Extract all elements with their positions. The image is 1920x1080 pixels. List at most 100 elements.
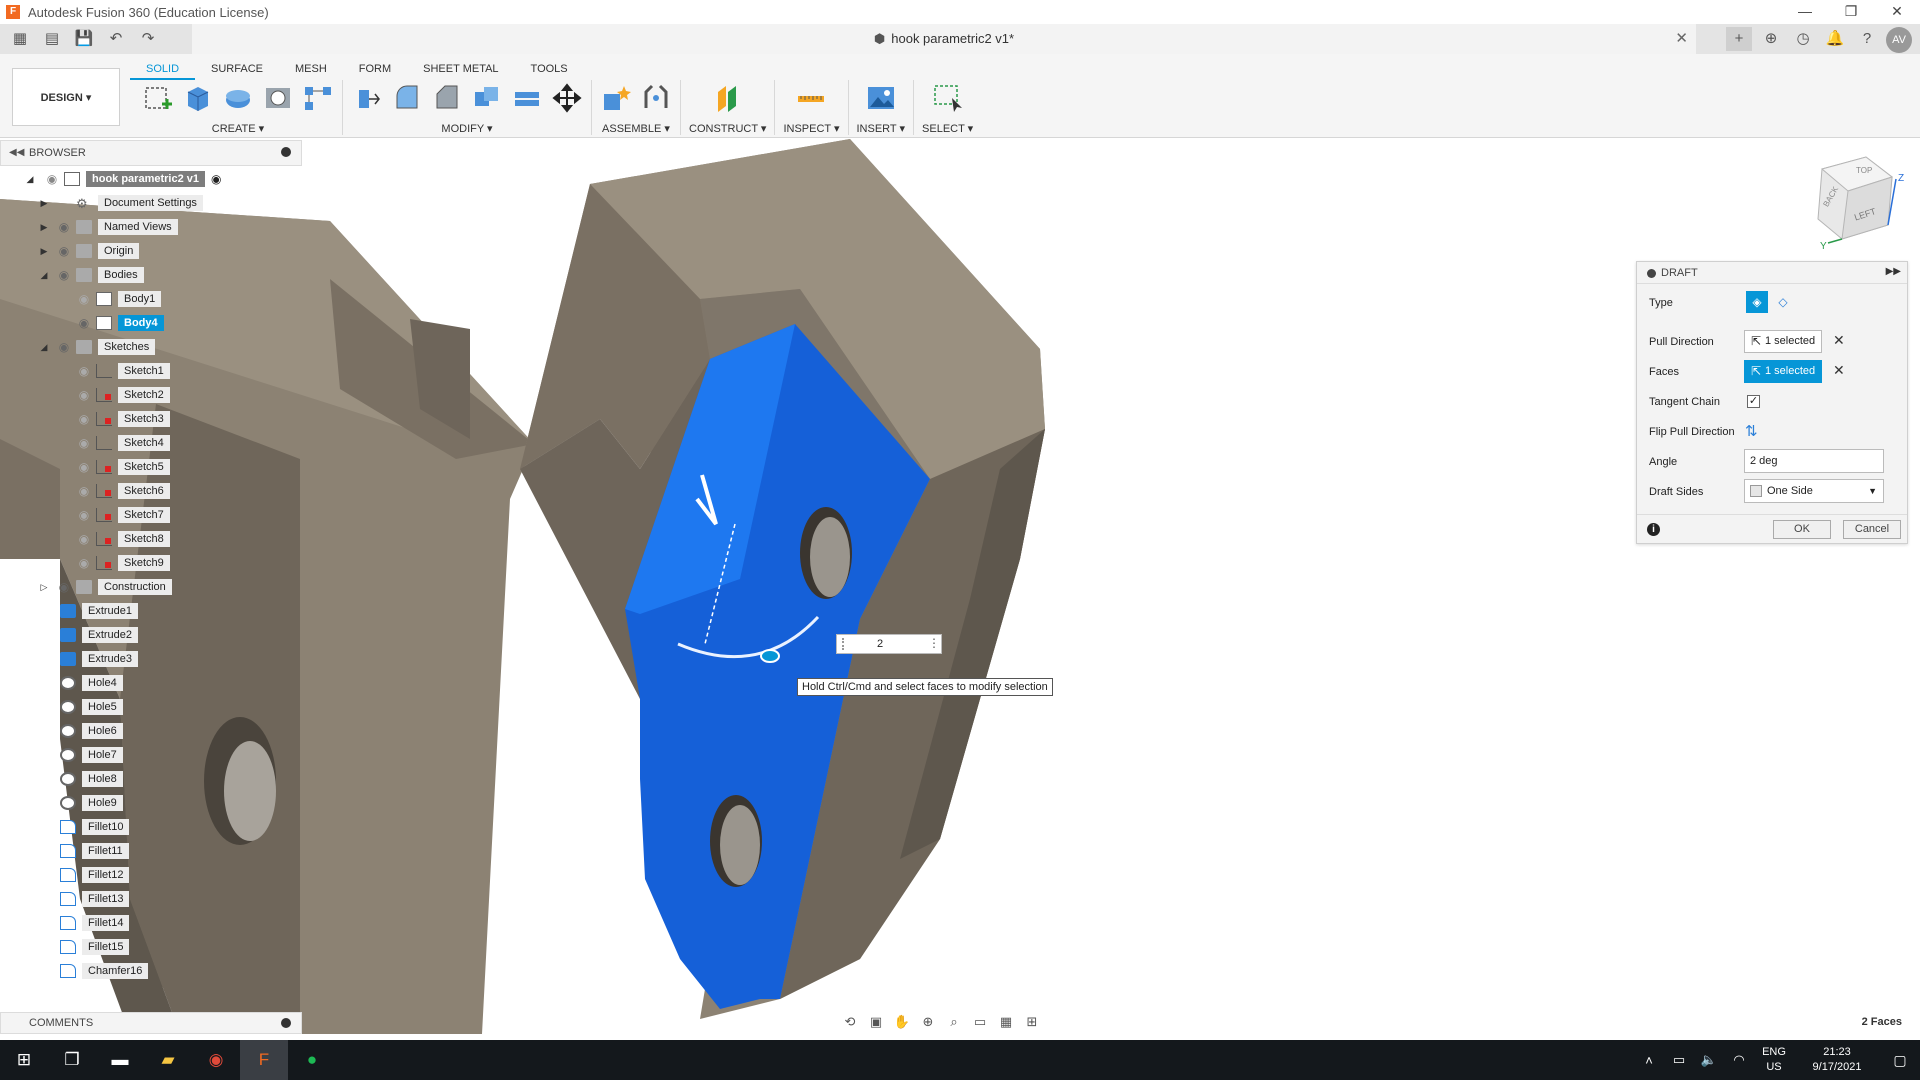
spotify-icon[interactable]: ● [288,1040,336,1080]
save-icon[interactable]: 💾 [70,28,98,50]
look-at-icon[interactable]: ▣ [866,1012,886,1032]
zoom-icon[interactable]: ⊕ [918,1012,938,1032]
press-pull-icon[interactable] [351,82,383,114]
browser-root-item[interactable]: ◢ ◉ hook parametric2 v1 ◉ [24,168,221,190]
browser-item-hole5[interactable]: Hole5 [56,696,123,718]
draft-dialog-header[interactable]: DRAFT ▶▶ [1637,262,1907,284]
browser-item-extrude1[interactable]: Extrude1 [56,600,139,622]
visibility-eye-icon[interactable]: ◉ [44,173,60,185]
browser-item-construction[interactable]: ▷ ◉ Construction [41,576,172,598]
activate-component-icon[interactable]: ◉ [211,172,221,186]
visibility-eye-icon[interactable]: ◉ [76,461,92,473]
pan-icon[interactable]: ✋ [892,1012,912,1032]
construct-group-label[interactable]: CONSTRUCT ▾ [689,122,766,135]
browser-item-named-views[interactable]: ▶ ◉ Named Views [41,216,178,238]
expand-toggle-icon[interactable]: ▷ [38,582,50,593]
browser-item-sketch6[interactable]: ◉ Sketch6 [76,480,170,502]
assemble-group-label[interactable]: ASSEMBLE ▾ [602,122,670,135]
help-icon[interactable]: ? [1854,27,1880,51]
extrude-icon[interactable] [182,82,214,114]
move-copy-icon[interactable] [551,82,583,114]
orbit-icon[interactable]: ⟲ [840,1012,860,1032]
collapse-browser-icon[interactable]: ◀◀ [9,147,24,158]
create-group-label[interactable]: CREATE ▾ [212,122,264,135]
flip-direction-icon[interactable]: ⇅ [1745,422,1758,440]
file-icon[interactable]: ▤ [38,28,66,50]
visibility-eye-icon[interactable]: ◉ [76,365,92,377]
volume-icon[interactable]: 🔈 [1694,1052,1724,1068]
visibility-eye-icon[interactable]: ◉ [76,317,92,329]
zoom-window-icon[interactable]: ⌕ [944,1012,964,1032]
display-settings-icon[interactable]: ▭ [970,1012,990,1032]
angle-input[interactable] [1744,449,1884,473]
browser-item-body1[interactable]: ◉ Body1 [76,288,162,310]
pull-direction-select[interactable]: ⇱ 1 selected [1744,330,1822,353]
pattern-icon[interactable] [302,82,334,114]
visibility-eye-icon[interactable]: ◉ [76,509,92,521]
wifi-icon[interactable]: ◠ [1724,1052,1754,1068]
browser-item-fillet10[interactable]: Fillet10 [56,816,130,838]
notifications-icon[interactable]: 🔔 [1822,27,1848,51]
file-explorer-icon[interactable]: ▰ [144,1040,192,1080]
job-status-icon[interactable]: ◷ [1790,27,1816,51]
draft-sides-select[interactable]: One Side ▼ [1744,479,1884,503]
browser-item-body4[interactable]: ◉ Body4 [76,312,164,334]
insert-image-icon[interactable] [865,82,897,114]
battery-icon[interactable]: ▭ [1664,1052,1694,1068]
restore-button[interactable]: ❐ [1828,0,1874,24]
select-group-label[interactable]: SELECT ▾ [922,122,973,135]
browser-item-sketch8[interactable]: ◉ Sketch8 [76,528,170,550]
visibility-eye-icon[interactable]: ◉ [56,245,72,257]
tab-solid[interactable]: SOLID [130,58,196,80]
show-hidden-icons-icon[interactable]: ˄ [1634,1053,1664,1068]
joint-icon[interactable] [640,82,672,114]
info-icon[interactable]: i [1647,523,1660,536]
visibility-eye-icon[interactable]: ◉ [76,293,92,305]
grid-icon[interactable]: ▦ [6,28,34,50]
fusion-icon[interactable]: F [240,1040,288,1080]
workspace-switcher[interactable]: DESIGN ▾ [12,68,120,126]
expand-toggle-icon[interactable]: ▶ [38,198,50,209]
browser-item-sketches[interactable]: ◢ ◉ Sketches [41,336,156,358]
chamfer-icon[interactable] [431,82,463,114]
parting-line-type-icon[interactable]: ◇ [1772,291,1794,313]
clear-faces-icon[interactable]: ✕ [1833,362,1845,379]
browser-item-fillet15[interactable]: Fillet15 [56,936,130,958]
view-cube-top-label[interactable]: TOP [1856,166,1872,175]
browser-item-fillet12[interactable]: Fillet12 [56,864,130,886]
canvas-viewport[interactable]: TOP BACK LEFT Z Y [0,139,1920,1034]
language-indicator[interactable]: ENG US [1754,1045,1794,1075]
browser-item-sketch7[interactable]: ◉ Sketch7 [76,504,170,526]
combine-icon[interactable] [511,82,543,114]
create-sketch-icon[interactable] [142,82,174,114]
ok-button[interactable]: OK [1773,520,1831,539]
browser-item-hole9[interactable]: Hole9 [56,792,123,814]
hole-icon[interactable] [262,82,294,114]
browser-item-hole4[interactable]: Hole4 [56,672,123,694]
browser-item-origin[interactable]: ▶ ◉ Origin [41,240,140,262]
visibility-eye-icon[interactable]: ◉ [56,581,72,593]
visibility-eye-icon[interactable]: ◉ [76,413,92,425]
body4-model[interactable] [520,139,1045,1019]
tangent-chain-checkbox[interactable]: ✓ [1747,395,1760,408]
view-cube[interactable]: TOP BACK LEFT Z Y [1817,156,1904,252]
browser-item-sketch5[interactable]: ◉ Sketch5 [76,456,170,478]
browser-item-sketch2[interactable]: ◉ Sketch2 [76,384,170,406]
modify-group-label[interactable]: MODIFY ▾ [441,122,492,135]
window-select-icon[interactable] [932,82,964,114]
viewports-icon[interactable]: ⊞ [1022,1012,1042,1032]
notifications-center-icon[interactable]: ▢ [1880,1052,1920,1069]
comments-add-icon[interactable] [281,1018,291,1028]
browser-item-hole7[interactable]: Hole7 [56,744,123,766]
browser-item-fillet11[interactable]: Fillet11 [56,840,129,862]
undo-icon[interactable]: ↶ [102,28,130,50]
fillet-icon[interactable] [391,82,423,114]
visibility-eye-icon[interactable]: ◉ [76,533,92,545]
expand-toggle-icon[interactable]: ◢ [38,342,50,353]
expand-dialog-icon[interactable]: ▶▶ [1886,266,1901,277]
visibility-eye-icon[interactable]: ◉ [76,485,92,497]
redo-icon[interactable]: ↷ [134,28,162,50]
browser-item-extrude3[interactable]: Extrude3 [56,648,139,670]
minimize-button[interactable]: — [1782,0,1828,24]
measure-icon[interactable] [795,82,827,114]
